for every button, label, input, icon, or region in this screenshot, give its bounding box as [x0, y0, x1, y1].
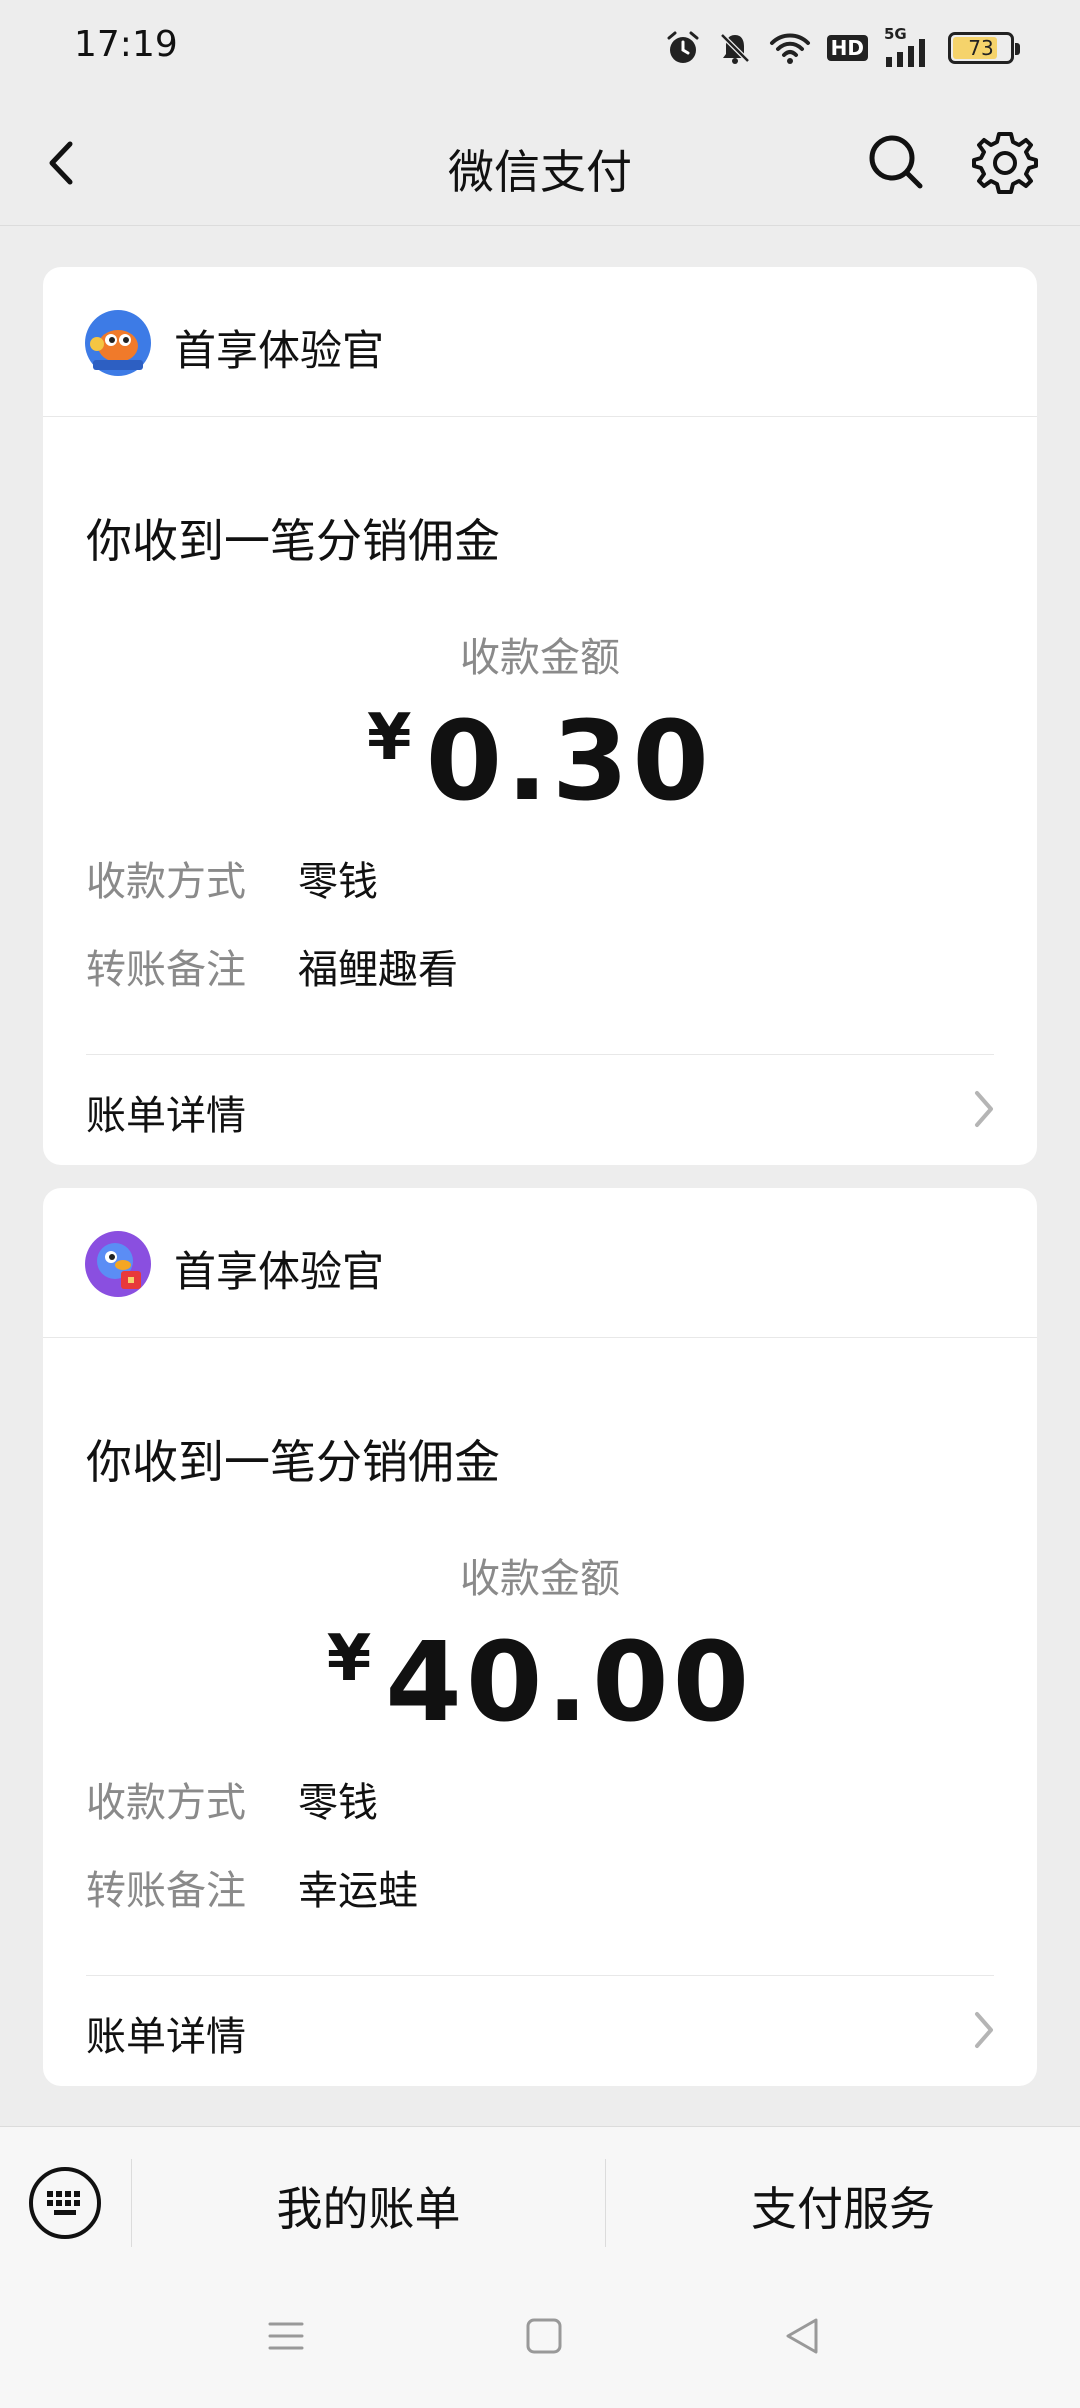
battery-tip: [1015, 43, 1020, 55]
gear-icon[interactable]: [970, 128, 1040, 198]
status-time: 17:19: [74, 24, 178, 65]
bill-detail-link[interactable]: 账单详情: [43, 1976, 1037, 2086]
amount-value: 0.30: [425, 697, 713, 825]
sender-name: 首享体验官: [174, 1247, 385, 1296]
bill-detail-label: 账单详情: [86, 2014, 246, 2060]
info-row-payment-method: 收款方式 零钱: [86, 849, 378, 907]
bill-detail-link[interactable]: 账单详情: [43, 1055, 1037, 1165]
signal-icon: 5G: [884, 25, 932, 67]
avatar: [85, 1231, 151, 1297]
currency-symbol: ¥: [367, 701, 412, 775]
bill-detail-label: 账单详情: [86, 1093, 246, 1139]
info-value: 福鲤趣看: [298, 947, 458, 993]
alarm-icon: [667, 31, 699, 63]
chevron-right-icon: [975, 1091, 993, 1127]
message-card: 首享体验官 你收到一笔分销佣金 收款金额 ¥0.30 收款方式 零钱 转账备注 福鲤…: [43, 267, 1037, 1165]
wifi-icon: [769, 33, 810, 64]
amount-row: ¥40.00: [43, 1618, 1037, 1746]
amount-value: 40.00: [385, 1618, 754, 1746]
battery-icon: 73: [948, 32, 1020, 64]
message-headline: 你收到一笔分销佣金: [86, 514, 500, 568]
avatar: [85, 310, 151, 376]
info-key: 收款方式: [86, 1780, 246, 1826]
menu-my-bills[interactable]: 我的账单: [132, 2173, 605, 2239]
menu-payment-services[interactable]: 支付服务: [606, 2173, 1080, 2239]
home-icon[interactable]: [524, 2316, 564, 2356]
card-header: 首享体验官: [43, 1188, 1037, 1338]
amount-label: 收款金额: [460, 1556, 620, 1602]
message-headline: 你收到一笔分销佣金: [86, 1435, 500, 1489]
sender-name: 首享体验官: [174, 326, 385, 375]
message-card: 首享体验官 你收到一笔分销佣金 收款金额 ¥40.00 收款方式 零钱 转账备注 幸…: [43, 1188, 1037, 2086]
search-icon[interactable]: [864, 130, 928, 194]
mute-bell-icon: [719, 33, 750, 64]
info-row-transfer-note: 转账备注 福鲤趣看: [86, 937, 458, 995]
info-value: 零钱: [298, 859, 378, 905]
nav-header: 微信支付: [0, 100, 1080, 226]
signal-bars: [886, 39, 925, 67]
info-row-transfer-note: 转账备注 幸运蛙: [86, 1858, 418, 1916]
chevron-right-icon: [975, 2012, 993, 2048]
keyboard-icon[interactable]: [27, 2165, 103, 2241]
hd-badge: HD: [826, 35, 868, 61]
info-key: 收款方式: [86, 859, 246, 905]
status-bar: 17:19 HD 5G 73: [0, 0, 1080, 100]
amount-label: 收款金额: [460, 635, 620, 681]
info-key: 转账备注: [86, 947, 246, 993]
info-row-payment-method: 收款方式 零钱: [86, 1770, 378, 1828]
system-nav-bar: [0, 2276, 1080, 2408]
info-value: 零钱: [298, 1780, 378, 1826]
recent-apps-icon[interactable]: [266, 2316, 306, 2356]
currency-symbol: ¥: [326, 1622, 372, 1696]
info-value: 幸运蛙: [298, 1868, 418, 1914]
info-key: 转账备注: [86, 1868, 246, 1914]
battery-level: 73: [968, 36, 994, 60]
card-header: 首享体验官: [43, 267, 1037, 417]
bottom-menu-bar: 我的账单 支付服务: [0, 2126, 1080, 2276]
status-icons: HD 5G 73: [665, 25, 1020, 70]
amount-row: ¥0.30: [43, 697, 1037, 825]
back-triangle-icon[interactable]: [782, 2314, 822, 2358]
